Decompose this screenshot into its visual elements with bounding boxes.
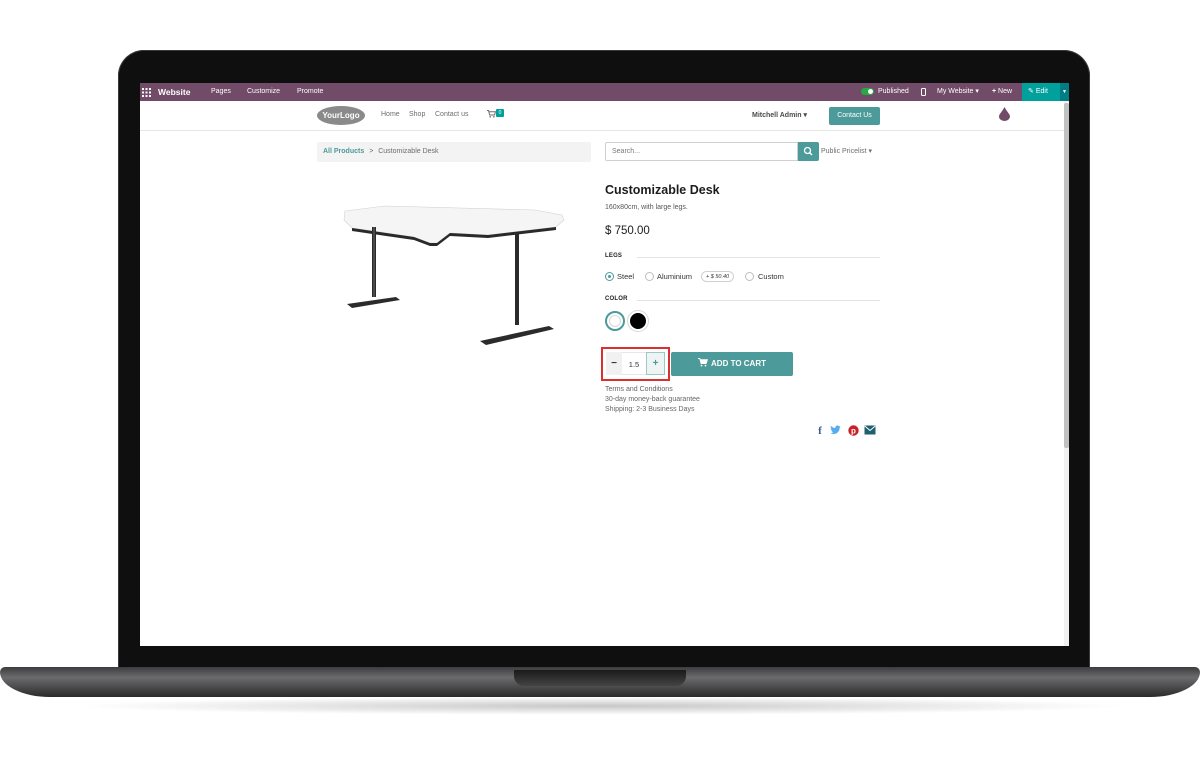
twitter-icon[interactable] <box>829 425 841 437</box>
product-description: 160x80cm, with large legs. <box>605 204 688 211</box>
apps-grid-icon[interactable] <box>142 83 152 101</box>
product-image[interactable] <box>340 201 570 361</box>
nav-contact[interactable]: Contact us <box>435 111 468 118</box>
terms-link[interactable]: Terms and Conditions <box>605 386 673 393</box>
edit-dropdown-toggle[interactable]: ▼ <box>1060 83 1069 101</box>
user-name: Mitchell Admin <box>752 112 802 119</box>
nav-shop[interactable]: Shop <box>409 111 425 118</box>
site-header: YourLogo Home Shop Contact us 0 Mitchell… <box>140 101 1065 131</box>
app-title: Website <box>158 87 191 97</box>
legs-attribute-label: LEGS <box>605 253 623 259</box>
cart-icon <box>698 358 708 367</box>
add-to-cart-button[interactable]: ADD TO CART <box>671 352 793 376</box>
pinterest-icon[interactable]: p <box>847 425 859 437</box>
menu-customize[interactable]: Customize <box>247 83 280 101</box>
breadcrumb-separator: > <box>369 148 374 155</box>
website-editor-bar: Website Pages Customize Promote Publishe… <box>140 83 1069 101</box>
website-switcher-label: My Website <box>937 88 974 95</box>
product-price: $ 750.00 <box>605 225 650 237</box>
cart-icon[interactable] <box>487 110 497 120</box>
legs-divider <box>637 257 880 258</box>
breadcrumb-all-products[interactable]: All Products <box>323 148 364 155</box>
laptop-shadow <box>70 697 1130 715</box>
website-switcher[interactable]: My Website ▾ <box>937 83 979 101</box>
legs-option-steel-radio[interactable] <box>605 272 614 281</box>
quantity-input[interactable]: 1.5 <box>622 352 646 375</box>
guarantee-text: 30-day money-back guarantee <box>605 396 700 403</box>
shipping-text: Shipping: 2-3 Business Days <box>605 406 695 413</box>
color-swatch-black[interactable] <box>628 311 648 331</box>
edit-button[interactable]: ✎ Edit <box>1022 83 1060 101</box>
odoo-drop-icon <box>999 107 1010 121</box>
email-icon[interactable] <box>864 425 876 437</box>
menu-promote[interactable]: Promote <box>297 83 323 101</box>
legs-option-steel-label[interactable]: Steel <box>617 272 634 281</box>
cart-count-badge: 0 <box>496 109 504 117</box>
breadcrumb: All Products > Customizable Desk <box>317 142 591 162</box>
contact-us-button[interactable]: Contact Us <box>829 107 880 125</box>
published-toggle[interactable] <box>861 88 874 95</box>
color-divider <box>637 300 880 301</box>
user-menu[interactable]: Mitchell Admin ▾ <box>752 111 807 119</box>
color-swatch-white[interactable] <box>605 311 625 331</box>
search-icon <box>803 146 813 156</box>
plus-icon: + <box>992 88 997 95</box>
legs-option-custom-label[interactable]: Custom <box>758 272 784 281</box>
scrollbar-thumb[interactable] <box>1064 103 1069 448</box>
search-button[interactable] <box>798 142 819 161</box>
color-attribute-label: COLOR <box>605 296 628 302</box>
nav-home[interactable]: Home <box>381 111 400 118</box>
extra-price-badge: + $ 50.40 <box>701 271 735 282</box>
pricelist-dropdown[interactable]: Public Pricelist ▾ <box>821 147 872 155</box>
menu-pages[interactable]: Pages <box>211 83 231 101</box>
legs-option-custom-radio[interactable] <box>745 272 754 281</box>
legs-option-aluminium-label[interactable]: Aluminium <box>657 272 692 281</box>
product-title: Customizable Desk <box>605 183 720 197</box>
pricelist-label: Public Pricelist <box>821 148 867 155</box>
quantity-decrease-button[interactable]: − <box>606 352 622 375</box>
legs-option-aluminium-radio[interactable] <box>645 272 654 281</box>
mobile-preview-icon[interactable] <box>921 83 926 101</box>
quantity-increase-button[interactable]: + <box>646 352 665 375</box>
edit-label: Edit <box>1035 88 1048 95</box>
new-label: New <box>998 88 1013 95</box>
browser-screen: Website Pages Customize Promote Publishe… <box>140 83 1069 646</box>
facebook-icon[interactable]: f <box>814 425 826 437</box>
published-label: Published <box>878 88 909 95</box>
new-content-button[interactable]: + New <box>992 83 1012 101</box>
svg-text:p: p <box>851 426 856 435</box>
add-to-cart-label: ADD TO CART <box>711 359 766 368</box>
pencil-icon: ✎ <box>1028 88 1034 95</box>
search-input[interactable]: Search... <box>605 142 798 161</box>
laptop-notch <box>514 670 686 686</box>
site-logo[interactable]: YourLogo <box>317 106 365 125</box>
breadcrumb-current: Customizable Desk <box>378 148 439 155</box>
